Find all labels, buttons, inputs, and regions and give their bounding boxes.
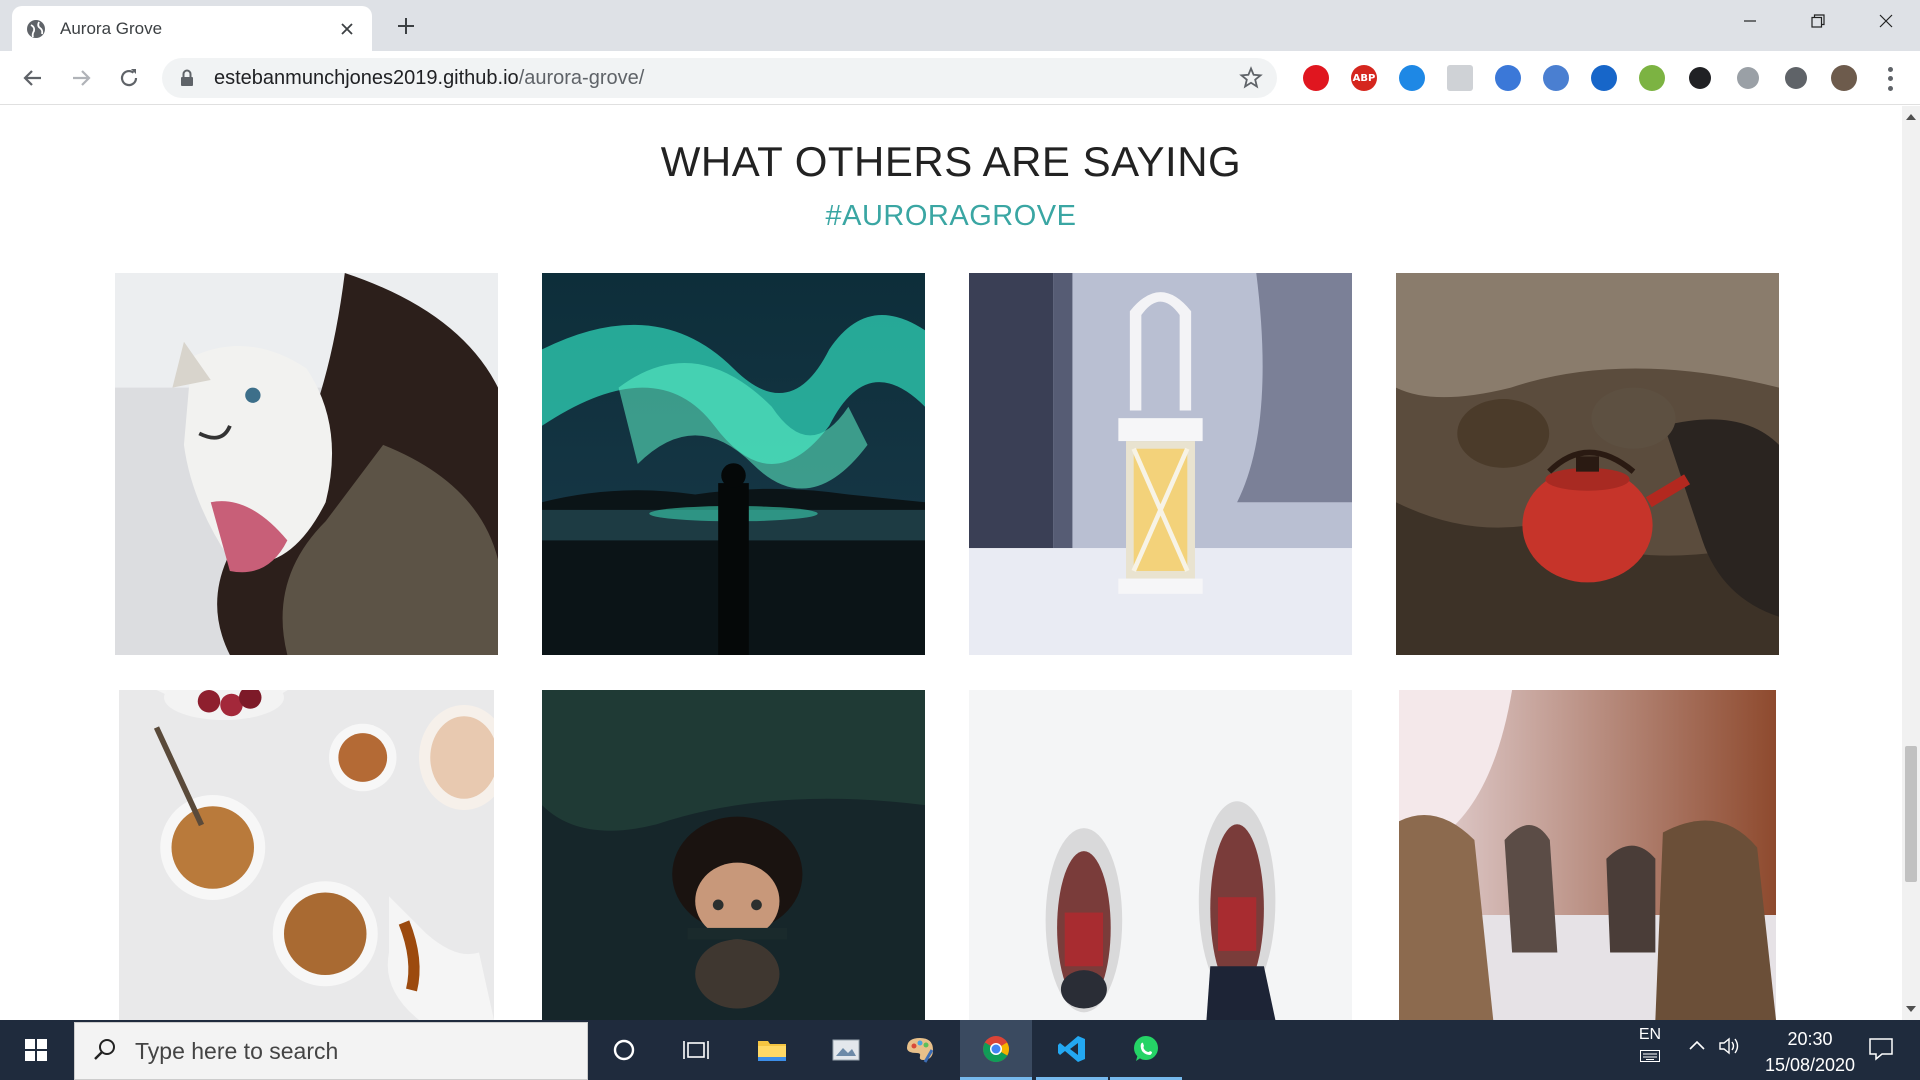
bookmark-star-icon[interactable] xyxy=(1239,66,1263,90)
taskbar-search-box[interactable]: Type here to search xyxy=(74,1022,588,1080)
extensions-row: ABP xyxy=(1292,63,1868,93)
close-tab-icon[interactable] xyxy=(336,18,358,40)
browser-toolbar: estebanmunchjones2019.github.io/aurora-g… xyxy=(0,51,1920,105)
blank-extension-icon[interactable] xyxy=(1436,63,1484,93)
photo-viewer-icon[interactable] xyxy=(810,1020,882,1080)
cortana-icon[interactable] xyxy=(588,1020,660,1080)
section-title: WHAT OTHERS ARE SAYING xyxy=(660,138,1242,185)
scrollbar-thumb[interactable] xyxy=(1905,746,1917,882)
language-indicator[interactable]: EN xyxy=(1630,1026,1670,1062)
screen-capture-icon-badge xyxy=(1399,65,1425,91)
notifications-icon[interactable] xyxy=(1868,1036,1894,1067)
profile-avatar-icon-badge xyxy=(1831,65,1857,91)
screen-capture-icon[interactable] xyxy=(1388,63,1436,93)
address-bar[interactable]: estebanmunchjones2019.github.io/aurora-g… xyxy=(162,58,1277,98)
browser-tab[interactable]: Aurora Grove xyxy=(12,6,372,51)
dark-mode-icon[interactable] xyxy=(1676,63,1724,93)
language-label: EN xyxy=(1638,1026,1662,1043)
crop-extension-icon[interactable] xyxy=(1580,63,1628,93)
search-icon xyxy=(93,1037,117,1066)
clock-date: 15/08/2020 xyxy=(1764,1055,1856,1075)
forward-arrow-icon[interactable] xyxy=(64,61,98,95)
page-scrollbar[interactable] xyxy=(1902,106,1920,1020)
window-controls xyxy=(1716,0,1920,42)
windows-start-icon[interactable] xyxy=(0,1020,72,1080)
vscode-icon[interactable] xyxy=(1036,1020,1108,1080)
tab-title: Aurora Grove xyxy=(60,18,163,38)
url-path: /aurora-grove/ xyxy=(518,66,645,89)
photo-kettles-campfire[interactable] xyxy=(1396,273,1779,655)
file-explorer-icon[interactable] xyxy=(736,1020,808,1080)
profile-avatar-icon[interactable] xyxy=(1820,63,1868,93)
ublock-icon[interactable] xyxy=(1292,63,1340,93)
photo-swimmer-lake[interactable] xyxy=(542,690,925,1020)
taskbar-search-placeholder: Type here to search xyxy=(135,1037,339,1064)
puzzle-icon[interactable] xyxy=(1772,63,1820,93)
photo-snow-lantern[interactable] xyxy=(969,273,1352,655)
calendar-extension-icon-badge xyxy=(1543,65,1569,91)
back-arrow-icon[interactable] xyxy=(16,61,50,95)
minimize-icon[interactable] xyxy=(1716,0,1784,42)
camera-extension-icon-badge xyxy=(1737,67,1759,89)
task-view-icon[interactable] xyxy=(660,1020,732,1080)
lock-icon[interactable] xyxy=(178,69,196,87)
adblock-plus-icon-badge: ABP xyxy=(1351,65,1377,91)
clock-time: 20:30 xyxy=(1787,1029,1833,1049)
reload-icon[interactable] xyxy=(112,61,146,95)
chrome-icon[interactable] xyxy=(960,1020,1032,1080)
scroll-down-icon[interactable] xyxy=(1906,1006,1916,1012)
paint-icon[interactable] xyxy=(884,1020,956,1080)
page-viewport: WHAT OTHERS ARE SAYING #AURORAGROVE xyxy=(0,106,1902,1020)
keyboard-icon xyxy=(1630,1050,1670,1062)
more-menu-icon[interactable] xyxy=(1878,65,1902,93)
crop-extension-icon-badge xyxy=(1591,65,1617,91)
photo-snowshoes[interactable] xyxy=(969,690,1352,1020)
windows-taskbar: Type here to search EN 20:30 15/08/2020 xyxy=(0,1020,1920,1080)
blank-extension-icon-badge xyxy=(1447,65,1473,91)
calendar-extension-icon[interactable] xyxy=(1532,63,1580,93)
adblock-plus-icon[interactable]: ABP xyxy=(1340,63,1388,93)
globe-icon xyxy=(26,19,46,39)
pin-extension-icon[interactable] xyxy=(1628,63,1676,93)
url-host: estebanmunchjones2019.github.io xyxy=(214,66,519,89)
clock[interactable]: 20:30 15/08/2020 xyxy=(1750,1026,1870,1078)
restore-icon[interactable] xyxy=(1784,0,1852,42)
tab-strip: Aurora Grove xyxy=(0,0,1920,51)
tray-chevron-icon[interactable] xyxy=(1688,1038,1706,1056)
dark-mode-icon-badge xyxy=(1689,67,1711,89)
globe-extension-icon[interactable] xyxy=(1484,63,1532,93)
whatsapp-icon[interactable] xyxy=(1110,1020,1182,1080)
close-window-icon[interactable] xyxy=(1852,0,1920,42)
volume-icon[interactable] xyxy=(1718,1036,1742,1061)
globe-extension-icon-badge xyxy=(1495,65,1521,91)
section-hashtag[interactable]: #AURORAGROVE xyxy=(0,200,1902,233)
photo-oatmeal-bowls[interactable] xyxy=(119,690,494,1020)
new-tab-button[interactable] xyxy=(392,12,420,40)
ublock-icon-badge xyxy=(1303,65,1329,91)
pin-extension-icon-badge xyxy=(1639,65,1665,91)
photo-northern-lights[interactable] xyxy=(542,273,925,655)
photo-sled-dogs[interactable] xyxy=(1399,690,1776,1020)
photo-husky-puppy[interactable] xyxy=(115,273,498,655)
scroll-up-icon[interactable] xyxy=(1906,114,1916,120)
camera-extension-icon[interactable] xyxy=(1724,63,1772,93)
puzzle-icon-badge xyxy=(1785,67,1807,89)
